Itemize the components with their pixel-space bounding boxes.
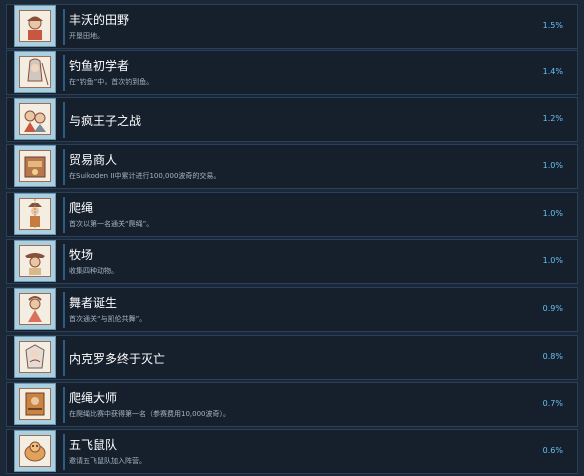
achievement-icon-frame <box>14 430 56 472</box>
row-accent <box>63 9 65 45</box>
trade-merchant-icon <box>19 150 51 182</box>
ranch-animals-icon <box>19 245 51 277</box>
achievement-title: 爬绳 <box>69 201 94 215</box>
achievement-percent: 0.7% <box>542 399 563 408</box>
achievement-icon-frame <box>14 51 56 93</box>
achievement-title: 牧场 <box>69 248 94 262</box>
fishing-girl-icon <box>19 56 51 88</box>
farmer-portrait-icon <box>19 10 51 42</box>
dancer-icon <box>19 293 51 325</box>
achievement-title: 爬绳大师 <box>69 391 118 405</box>
row-accent <box>63 340 65 376</box>
row-accent <box>63 292 65 328</box>
achievement-icon-frame <box>14 383 56 425</box>
achievement-percent: 0.9% <box>542 304 563 313</box>
row-accent <box>63 434 65 470</box>
achievement-row: 五飞鼠队 邀请五飞鼠队加入阵营。 0.6% <box>6 429 578 474</box>
achievement-icon-frame <box>14 288 56 330</box>
achievement-row: 丰沃的田野 开垦田地。 1.5% <box>6 4 578 49</box>
mad-prince-battle-icon <box>19 103 51 135</box>
achievement-title: 舞者诞生 <box>69 296 118 310</box>
achievement-description: 首次通关“与凯伦共舞”。 <box>69 315 147 323</box>
achievement-icon-frame <box>14 145 56 187</box>
achievement-icon-frame <box>14 336 56 378</box>
achievement-icon-frame <box>14 240 56 282</box>
achievement-row: 爬绳大师 在爬绳比赛中获得第一名（参赛费用10,000波奇）。 0.7% <box>6 382 578 427</box>
achievement-percent: 1.0% <box>542 209 563 218</box>
rope-climber-icon <box>19 198 51 230</box>
achievement-title: 贸易商人 <box>69 153 118 167</box>
achievement-row: 舞者诞生 首次通关“与凯伦共舞”。 0.9% <box>6 287 578 332</box>
achievement-percent: 0.8% <box>542 352 563 361</box>
flying-squirrel-icon <box>19 435 51 467</box>
achievement-percent: 1.4% <box>542 67 563 76</box>
achievement-percent: 1.0% <box>542 161 563 170</box>
achievement-description: 在Suikoden II中累计进行100,000波奇的交易。 <box>69 172 221 180</box>
achievement-percent: 1.5% <box>542 21 563 30</box>
achievement-title: 五飞鼠队 <box>69 438 118 452</box>
achievement-description: 在“钓鱼”中，首次钓到鱼。 <box>69 78 154 86</box>
achievement-percent: 0.6% <box>542 446 563 455</box>
achievement-row: 钓鱼初学者 在“钓鱼”中，首次钓到鱼。 1.4% <box>6 50 578 95</box>
achievement-row: 内克罗多终于灭亡 0.8% <box>6 335 578 380</box>
achievement-icon-frame <box>14 193 56 235</box>
achievement-description: 开垦田地。 <box>69 32 104 40</box>
row-accent <box>63 197 65 233</box>
achievement-description: 在爬绳比赛中获得第一名（参赛费用10,000波奇）。 <box>69 410 230 418</box>
achievement-row: 贸易商人 在Suikoden II中累计进行100,000波奇的交易。 1.0% <box>6 144 578 189</box>
achievement-row: 爬绳 首次以第一名通关“爬绳”。 1.0% <box>6 192 578 237</box>
vampire-defeat-icon <box>19 341 51 373</box>
rope-master-icon <box>19 388 51 420</box>
achievement-row: 牧场 收集四种动物。 1.0% <box>6 239 578 284</box>
row-accent <box>63 244 65 280</box>
achievement-description: 邀请五飞鼠队加入阵营。 <box>69 457 146 465</box>
row-accent <box>63 387 65 423</box>
row-accent <box>63 149 65 185</box>
achievement-percent: 1.2% <box>542 114 563 123</box>
achievement-description: 首次以第一名通关“爬绳”。 <box>69 220 154 228</box>
achievement-description: 收集四种动物。 <box>69 267 118 275</box>
achievement-list: 丰沃的田野 开垦田地。 1.5% 钓鱼初学者 在“钓鱼”中，首次钓到鱼。 1.4… <box>0 0 584 476</box>
achievement-title: 丰沃的田野 <box>69 13 130 27</box>
row-accent <box>63 102 65 138</box>
achievement-title: 钓鱼初学者 <box>69 59 130 73</box>
achievement-title: 与疯王子之战 <box>69 114 142 128</box>
achievement-row: 与疯王子之战 1.2% <box>6 97 578 142</box>
achievement-icon-frame <box>14 5 56 47</box>
achievement-icon-frame <box>14 98 56 140</box>
row-accent <box>63 55 65 91</box>
achievement-percent: 1.0% <box>542 256 563 265</box>
achievement-title: 内克罗多终于灭亡 <box>69 352 166 366</box>
